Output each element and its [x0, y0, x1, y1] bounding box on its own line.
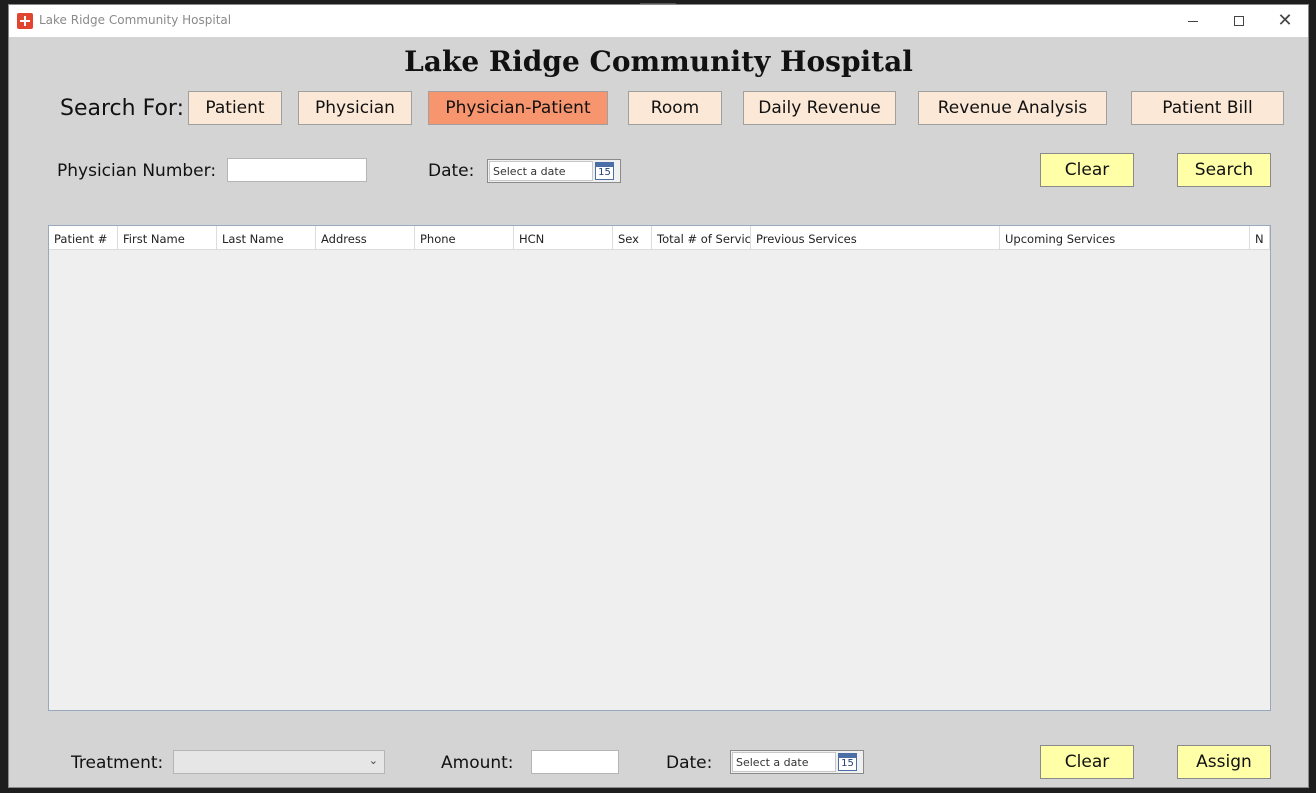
- column-sex[interactable]: Sex: [613, 226, 652, 249]
- treatment-label: Treatment:: [71, 753, 164, 773]
- physician-number-input[interactable]: [227, 158, 367, 182]
- close-button[interactable]: ✕: [1262, 5, 1308, 37]
- clear-assign-button[interactable]: Clear: [1040, 745, 1134, 779]
- filter-date-input[interactable]: Select a date: [489, 161, 593, 181]
- assign-button[interactable]: Assign: [1177, 745, 1271, 779]
- chevron-down-icon: ⌄: [368, 754, 378, 767]
- maximize-icon: [1234, 16, 1244, 26]
- assign-date-label: Date:: [666, 753, 713, 773]
- calendar-icon[interactable]: 15: [595, 162, 614, 180]
- column-previous-services[interactable]: Previous Services: [751, 226, 1000, 249]
- column-patient-number[interactable]: Patient #: [49, 226, 118, 249]
- minimize-button[interactable]: [1170, 5, 1216, 37]
- column-upcoming-services[interactable]: Upcoming Services: [1000, 226, 1250, 249]
- minimize-icon: [1188, 20, 1198, 22]
- tab-daily-revenue[interactable]: Daily Revenue: [743, 91, 896, 125]
- filter-date-label: Date:: [428, 161, 475, 181]
- column-total-services[interactable]: Total # of Service: [652, 226, 751, 249]
- column-phone[interactable]: Phone: [415, 226, 514, 249]
- tab-physician-patient[interactable]: Physician-Patient: [428, 91, 608, 125]
- calendar-day: 15: [841, 758, 854, 769]
- background-left-edge: [0, 0, 8, 793]
- grid-header: Patient # First Name Last Name Address P…: [49, 226, 1270, 250]
- background-right-edge: [1308, 0, 1316, 793]
- tab-patient-bill[interactable]: Patient Bill: [1131, 91, 1284, 125]
- column-last-name[interactable]: Last Name: [217, 226, 316, 249]
- window-title: Lake Ridge Community Hospital: [39, 13, 232, 27]
- amount-input[interactable]: [531, 750, 619, 774]
- maximize-button[interactable]: [1216, 5, 1262, 37]
- tab-patient[interactable]: Patient: [188, 91, 282, 125]
- title-bar: Lake Ridge Community Hospital ✕: [9, 5, 1308, 37]
- results-grid[interactable]: Patient # First Name Last Name Address P…: [48, 225, 1271, 711]
- assign-date-picker[interactable]: Select a date 15: [730, 750, 864, 774]
- search-for-label: Search For:: [60, 96, 184, 121]
- treatment-select[interactable]: ⌄: [173, 750, 385, 774]
- column-address[interactable]: Address: [316, 226, 415, 249]
- app-window: Lake Ridge Community Hospital ✕ Lake Rid…: [8, 4, 1309, 788]
- physician-number-label: Physician Number:: [57, 161, 217, 181]
- calendar-day: 15: [598, 167, 611, 178]
- assign-date-input[interactable]: Select a date: [732, 752, 836, 772]
- tab-room[interactable]: Room: [628, 91, 722, 125]
- clear-search-button[interactable]: Clear: [1040, 153, 1134, 187]
- hospital-cross-icon: [17, 13, 33, 29]
- close-icon: ✕: [1277, 10, 1293, 31]
- column-hcn[interactable]: HCN: [514, 226, 613, 249]
- column-truncated[interactable]: N: [1250, 226, 1270, 249]
- search-button[interactable]: Search: [1177, 153, 1271, 187]
- tab-revenue-analysis[interactable]: Revenue Analysis: [918, 91, 1107, 125]
- tab-physician[interactable]: Physician: [298, 91, 412, 125]
- filter-date-picker[interactable]: Select a date 15: [487, 159, 621, 183]
- calendar-icon[interactable]: 15: [838, 753, 857, 771]
- page-title: Lake Ridge Community Hospital: [404, 45, 913, 78]
- column-first-name[interactable]: First Name: [118, 226, 217, 249]
- amount-label: Amount:: [441, 753, 514, 773]
